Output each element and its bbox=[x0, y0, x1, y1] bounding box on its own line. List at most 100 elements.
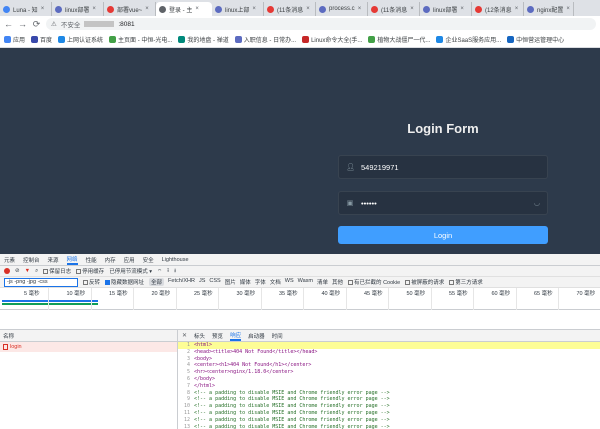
detail-tab[interactable]: 启动器 bbox=[248, 332, 265, 340]
type-filter-button[interactable]: 媒体 bbox=[240, 278, 251, 286]
wifi-icon[interactable]: ⌔ bbox=[157, 268, 162, 275]
browser-tab[interactable]: nginx配置 × bbox=[524, 2, 574, 16]
close-icon[interactable]: × bbox=[145, 6, 149, 12]
type-filter-button[interactable]: 清单 bbox=[317, 278, 328, 286]
code-text: <!-- a padding to disable MSIE and Chrom… bbox=[194, 416, 390, 423]
close-icon[interactable]: × bbox=[358, 6, 362, 12]
detail-tab[interactable]: 预览 bbox=[212, 332, 223, 340]
type-filter-button[interactable]: CSS bbox=[209, 278, 220, 286]
line-number: 3 bbox=[186, 355, 190, 362]
blocked-requests-checkbox[interactable]: 被屏蔽的请求 bbox=[405, 278, 444, 286]
devtools-tab[interactable]: 元素 bbox=[4, 256, 15, 264]
detail-tab[interactable]: 响应 bbox=[230, 331, 242, 341]
bookmark-item[interactable]: 中恒营运管理中心 bbox=[507, 35, 564, 44]
username-field[interactable]: 👤︎ 549219971 bbox=[338, 155, 548, 179]
type-filter-button[interactable]: 图片 bbox=[225, 278, 236, 286]
detail-tab[interactable]: 标头 bbox=[194, 332, 205, 340]
browser-tab[interactable]: (11条消息 × bbox=[264, 2, 316, 16]
back-button[interactable]: ← bbox=[4, 19, 13, 29]
request-row[interactable]: login bbox=[0, 342, 177, 352]
timeline-tick-label: 55 毫秒 bbox=[449, 291, 468, 297]
bookmark-item[interactable]: 百度 bbox=[31, 35, 52, 44]
bookmark-item[interactable]: 上网认证系统 bbox=[58, 35, 103, 44]
close-icon[interactable]: × bbox=[92, 6, 96, 12]
search-icon[interactable]: ⌕ bbox=[35, 268, 38, 275]
browser-tab[interactable]: linux部署 × bbox=[52, 2, 104, 16]
close-icon[interactable]: × bbox=[410, 6, 414, 12]
devtools-tab[interactable]: 安全 bbox=[143, 256, 154, 264]
forward-button[interactable]: → bbox=[18, 19, 27, 29]
browser-tab[interactable]: linux部署 × bbox=[420, 2, 472, 16]
favicon-icon bbox=[55, 5, 62, 13]
devtools-tab[interactable]: 网络 bbox=[66, 255, 78, 265]
devtools-tab[interactable]: 性能 bbox=[86, 256, 97, 264]
record-icon[interactable] bbox=[4, 268, 10, 274]
close-icon[interactable]: × bbox=[460, 6, 464, 12]
browser-tab[interactable]: process.c × bbox=[316, 2, 368, 16]
preserve-log-checkbox[interactable]: 保留日志 bbox=[43, 267, 71, 275]
bookmark-icon bbox=[436, 36, 444, 43]
close-icon[interactable]: × bbox=[306, 6, 310, 12]
browser-tab[interactable]: 登录 - 主 × bbox=[156, 2, 212, 16]
detail-tab[interactable]: 时间 bbox=[272, 332, 283, 340]
close-icon[interactable]: × bbox=[252, 6, 256, 12]
type-filter-button[interactable]: 全部 bbox=[149, 278, 165, 286]
browser-tab[interactable]: (12条消息 × bbox=[472, 2, 524, 16]
timeline-tick-label: 15 毫秒 bbox=[109, 291, 128, 297]
browser-tab[interactable]: (11条消息 × bbox=[368, 2, 420, 16]
filter-input[interactable]: -js -png -jpg -css bbox=[4, 277, 78, 287]
bookmark-item[interactable]: 主页面 - 中恒-光电... bbox=[109, 35, 172, 44]
type-filter-button[interactable]: 字体 bbox=[255, 278, 266, 286]
code-line: 3 <body> bbox=[178, 356, 600, 363]
devtools-tab[interactable]: 应用 bbox=[124, 256, 135, 264]
bookmark-item[interactable]: Linux命令大全(手... bbox=[302, 35, 362, 44]
password-field[interactable]: ▣ •••••• ◡ bbox=[338, 191, 548, 215]
bookmark-item[interactable]: 企业SaaS服务应用... bbox=[436, 35, 501, 44]
eye-icon[interactable]: ◡ bbox=[534, 199, 540, 207]
type-filter-button[interactable]: Fetch/XHR bbox=[168, 278, 195, 286]
export-icon[interactable]: ⭳ bbox=[174, 267, 176, 276]
third-party-checkbox[interactable]: 第三方请求 bbox=[449, 278, 483, 286]
type-filter-button[interactable]: 文档 bbox=[270, 278, 281, 286]
bookmark-item[interactable]: 应用 bbox=[4, 35, 25, 44]
line-number: 6 bbox=[186, 375, 190, 382]
lock-icon: ▣ bbox=[346, 200, 354, 207]
browser-tab[interactable]: 部署vue~ × bbox=[104, 2, 156, 16]
browser-tab[interactable]: Luna - 知 × bbox=[0, 2, 52, 16]
type-filter-button[interactable]: JS bbox=[199, 278, 205, 286]
close-icon[interactable]: × bbox=[515, 6, 519, 12]
type-filter-button[interactable]: WS bbox=[285, 278, 294, 286]
bookmark-item[interactable]: 我的地盘 - 禅道 bbox=[178, 35, 229, 44]
network-timeline[interactable]: 5 毫秒 10 毫秒 15 毫秒 20 毫秒 25 毫秒 30 毫秒 35 毫秒 40 毫秒 4… bbox=[0, 288, 600, 310]
blocked-cookies-checkbox[interactable]: 有已拦截的 Cookie bbox=[348, 278, 400, 286]
bookmark-item[interactable]: 入职信息 - 日常办... bbox=[234, 35, 296, 44]
type-filter-button[interactable]: Wasm bbox=[298, 278, 313, 286]
close-icon[interactable]: ✕ bbox=[182, 332, 187, 339]
detail-tabs: ✕ 标头 预览 响应 启动器 时间 bbox=[178, 330, 600, 342]
hide-data-urls-checkbox[interactable]: 隐藏数据网址 bbox=[105, 278, 144, 286]
devtools-tab[interactable]: 内存 bbox=[105, 256, 116, 264]
address-bar[interactable]: ⚠ 不安全 :8081 bbox=[46, 18, 596, 30]
devtools-tab[interactable]: Lighthouse bbox=[162, 257, 189, 263]
close-icon[interactable]: × bbox=[195, 6, 199, 12]
devtools-tab[interactable]: 控制台 bbox=[23, 256, 40, 264]
type-filter-button[interactable]: 其他 bbox=[332, 278, 343, 286]
throttle-select[interactable]: 已停用节流模式 ▾ bbox=[109, 267, 152, 275]
tab-strip: Luna - 知 × linux部署 × 部署vue~ × 登录 - 主 × linux上部 ×(… bbox=[0, 0, 600, 16]
invert-checkbox[interactable]: 反转 bbox=[83, 278, 100, 286]
code-text: </body> bbox=[194, 375, 216, 382]
import-icon[interactable]: ⭱ bbox=[167, 267, 169, 276]
code-text: <center><h1>404 Not Found</h1></center> bbox=[194, 362, 312, 369]
reload-button[interactable]: ⟳ bbox=[32, 19, 41, 29]
login-button[interactable]: Login bbox=[338, 226, 548, 244]
code-line: 13 <!-- a padding to disable MSIE and Chr… bbox=[178, 424, 600, 429]
clear-icon[interactable]: ⊘ bbox=[15, 268, 20, 274]
close-icon[interactable]: × bbox=[41, 6, 45, 12]
browser-tab[interactable]: linux上部 × bbox=[212, 2, 264, 16]
devtools-tab[interactable]: 来源 bbox=[48, 256, 59, 264]
close-icon[interactable]: × bbox=[566, 6, 570, 12]
login-title: Login Form bbox=[407, 121, 479, 136]
bookmark-item[interactable]: 植物大战僵尸一代... bbox=[368, 35, 430, 44]
disable-cache-checkbox[interactable]: 停用缓存 bbox=[76, 267, 104, 275]
filter-icon[interactable]: ▼ bbox=[25, 268, 30, 274]
